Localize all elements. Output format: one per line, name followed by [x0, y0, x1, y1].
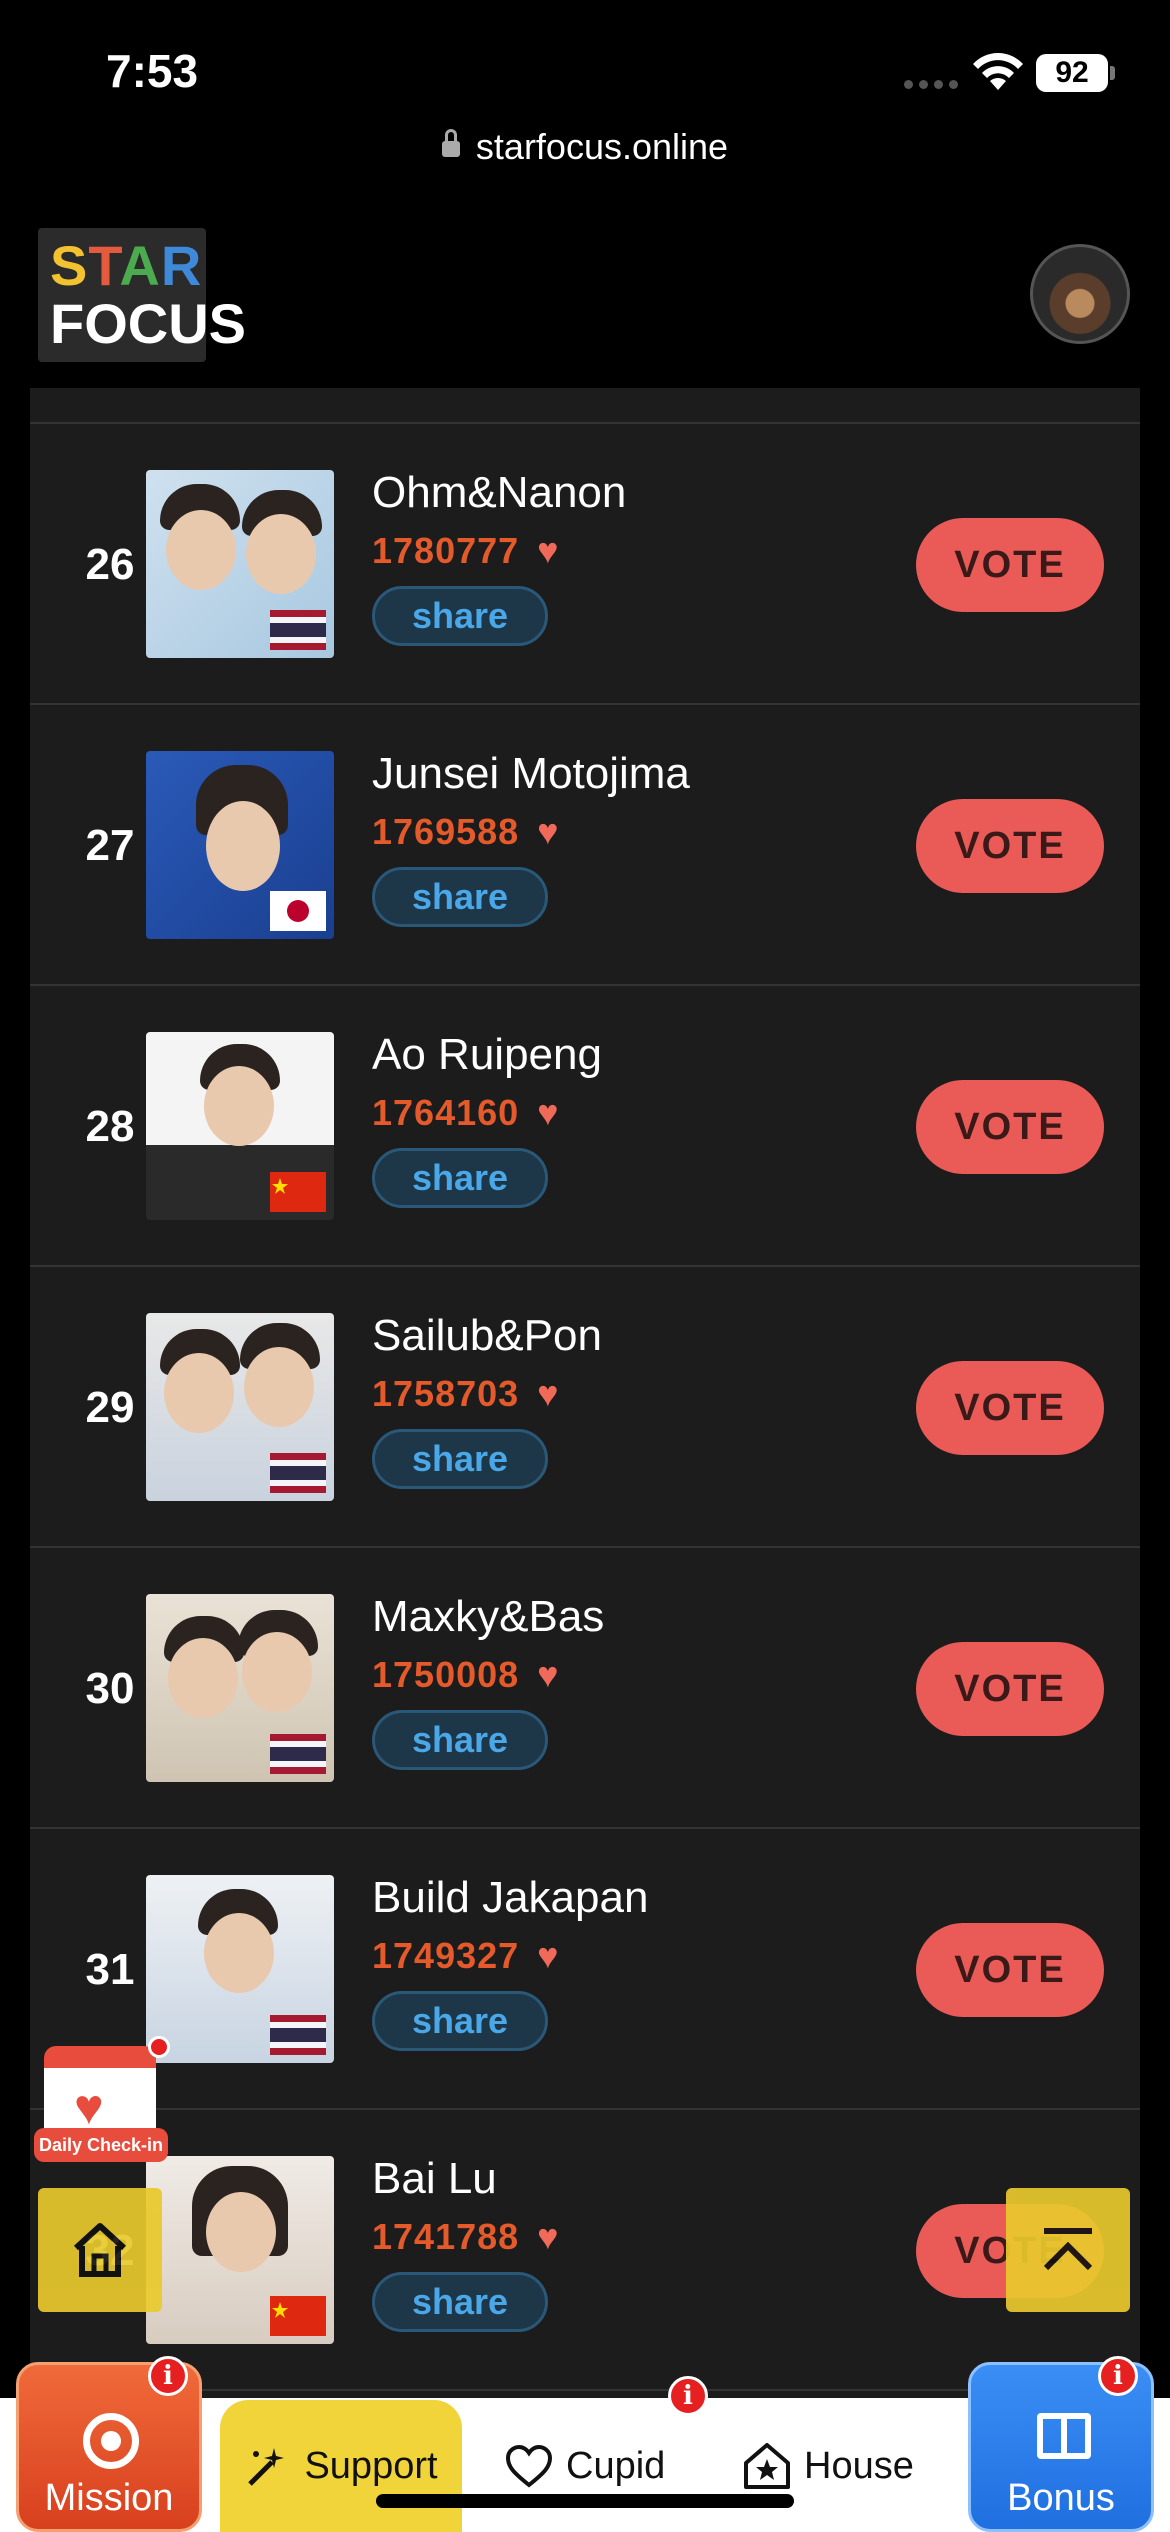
battery-tip — [1110, 66, 1115, 80]
home-button[interactable] — [38, 2188, 162, 2312]
vote-button[interactable]: VOTE — [916, 799, 1104, 893]
star-photo[interactable] — [146, 1313, 334, 1501]
cupid-info-icon[interactable]: i — [668, 2376, 708, 2416]
daily-checkin-label: Daily Check-in — [34, 2128, 168, 2162]
thailand-flag-icon — [270, 2015, 326, 2055]
vote-count: 1764160 ♥ — [372, 1092, 560, 1133]
target-icon — [83, 2413, 139, 2469]
ranking-row: 30 Maxky&Bas 1750008 ♥ share VOTE — [30, 1548, 1140, 1829]
heart-icon: ♥ — [537, 530, 560, 571]
vote-button[interactable]: VOTE — [916, 1642, 1104, 1736]
star-photo[interactable] — [146, 751, 334, 939]
thailand-flag-icon — [270, 610, 326, 650]
vote-button[interactable]: VOTE — [916, 1361, 1104, 1455]
star-photo[interactable] — [146, 470, 334, 658]
share-button[interactable]: share — [372, 1710, 548, 1770]
tab-cupid-label: Cupid — [566, 2444, 666, 2487]
tab-cupid[interactable]: Cupid — [504, 2400, 665, 2532]
tab-support[interactable]: Support — [220, 2400, 462, 2532]
japan-flag-icon — [270, 891, 326, 931]
mission-label: Mission — [44, 2477, 174, 2519]
cellular-signal-icon — [904, 80, 958, 89]
star-name: Sailub&Pon — [372, 1311, 602, 1360]
bonus-info-icon[interactable]: i — [1098, 2356, 1138, 2396]
logo-star-text: STAR — [50, 234, 203, 297]
china-flag-icon — [270, 1172, 326, 1212]
tab-house[interactable]: House — [742, 2400, 914, 2532]
share-button[interactable]: share — [372, 2272, 548, 2332]
list-top-strip — [30, 388, 1140, 424]
gift-icon — [1037, 2413, 1091, 2459]
heart-icon: ♥ — [537, 2216, 560, 2257]
battery-icon: 92 — [1036, 54, 1108, 92]
logo-focus-text: FOCUS — [50, 292, 246, 355]
ranking-row: 26 Ohm&Nanon 1780777 ♥ share VOTE — [30, 424, 1140, 705]
vote-count: 1750008 ♥ — [372, 1654, 560, 1695]
heart-icon: ♥ — [537, 1092, 560, 1133]
tab-house-label: House — [804, 2444, 914, 2487]
vote-count: 1741788 ♥ — [372, 2216, 560, 2257]
share-button[interactable]: share — [372, 1148, 548, 1208]
share-button[interactable]: share — [372, 1991, 548, 2051]
star-photo[interactable] — [146, 1032, 334, 1220]
thailand-flag-icon — [270, 1734, 326, 1774]
star-name: Build Jakapan — [372, 1873, 649, 1922]
heart-icon: ♥ — [537, 1935, 560, 1976]
home-icon — [73, 2223, 127, 2277]
ranking-row: 32 Bai Lu 1741788♥ share VOTE — [30, 2110, 1140, 2391]
heart-outline-icon — [505, 2444, 553, 2488]
ranking-row: 29 Sailub&Pon 1758703 ♥ share VOTE — [30, 1267, 1140, 1548]
vote-count: 1769588 ♥ — [372, 811, 560, 852]
lock-icon — [441, 129, 460, 157]
star-focus-logo[interactable]: STAR FOCUS — [38, 228, 246, 362]
home-indicator — [376, 2494, 794, 2508]
status-bar: 7:53 92 — [0, 0, 1170, 130]
vote-button[interactable]: VOTE — [916, 1923, 1104, 2017]
heart-icon: ♥ — [537, 1373, 560, 1414]
address-bar[interactable]: starfocus.online — [0, 126, 1170, 168]
user-avatar[interactable] — [1030, 244, 1130, 344]
tab-support-label: Support — [304, 2444, 438, 2487]
daily-checkin-button[interactable]: Daily Check-in — [34, 2036, 170, 2164]
heart-icon: ♥ — [537, 811, 560, 852]
star-name: Bai Lu — [372, 2154, 497, 2203]
share-button[interactable]: share — [372, 1429, 548, 1489]
house-star-icon — [744, 2443, 790, 2489]
star-name: Ohm&Nanon — [372, 468, 627, 517]
ranking-row: 27 Junsei Motojima 1769588 ♥ share VOTE — [30, 705, 1140, 986]
vote-count: 1780777 ♥ — [372, 530, 560, 571]
url-text: starfocus.online — [475, 126, 729, 167]
vote-button[interactable]: VOTE — [916, 1080, 1104, 1174]
star-photo[interactable] — [146, 1594, 334, 1782]
share-button[interactable]: share — [372, 586, 548, 646]
wand-icon — [248, 2448, 285, 2486]
ranking-list: 26 Ohm&Nanon 1780777 ♥ share VOTE 27 Juns… — [30, 388, 1140, 2398]
star-photo[interactable] — [146, 2156, 334, 2344]
vote-count: 1758703 ♥ — [372, 1373, 560, 1414]
ranking-row: 31 Build Jakapan 1749327 ♥ share VOTE — [30, 1829, 1140, 2110]
thailand-flag-icon — [270, 1453, 326, 1493]
vote-button[interactable]: VOTE — [916, 518, 1104, 612]
notification-dot — [148, 2036, 170, 2058]
share-button[interactable]: share — [372, 867, 548, 927]
scroll-to-top-button[interactable] — [1006, 2188, 1130, 2312]
star-name: Ao Ruipeng — [372, 1030, 602, 1079]
china-flag-icon — [270, 2296, 326, 2336]
wifi-icon — [973, 53, 1023, 90]
star-photo[interactable] — [146, 1875, 334, 2063]
ranking-row: 28 Ao Ruipeng 1764160 ♥ share VOTE — [30, 986, 1140, 1267]
bonus-label: Bonus — [1007, 2477, 1115, 2519]
heart-icon: ♥ — [537, 1654, 560, 1695]
vote-count: 1749327 ♥ — [372, 1935, 560, 1976]
status-time: 7:53 — [106, 45, 199, 97]
star-name: Maxky&Bas — [372, 1592, 605, 1641]
mission-info-icon[interactable]: i — [148, 2356, 188, 2396]
star-name: Junsei Motojima — [372, 749, 690, 798]
chevron-up-icon — [1043, 2228, 1093, 2271]
